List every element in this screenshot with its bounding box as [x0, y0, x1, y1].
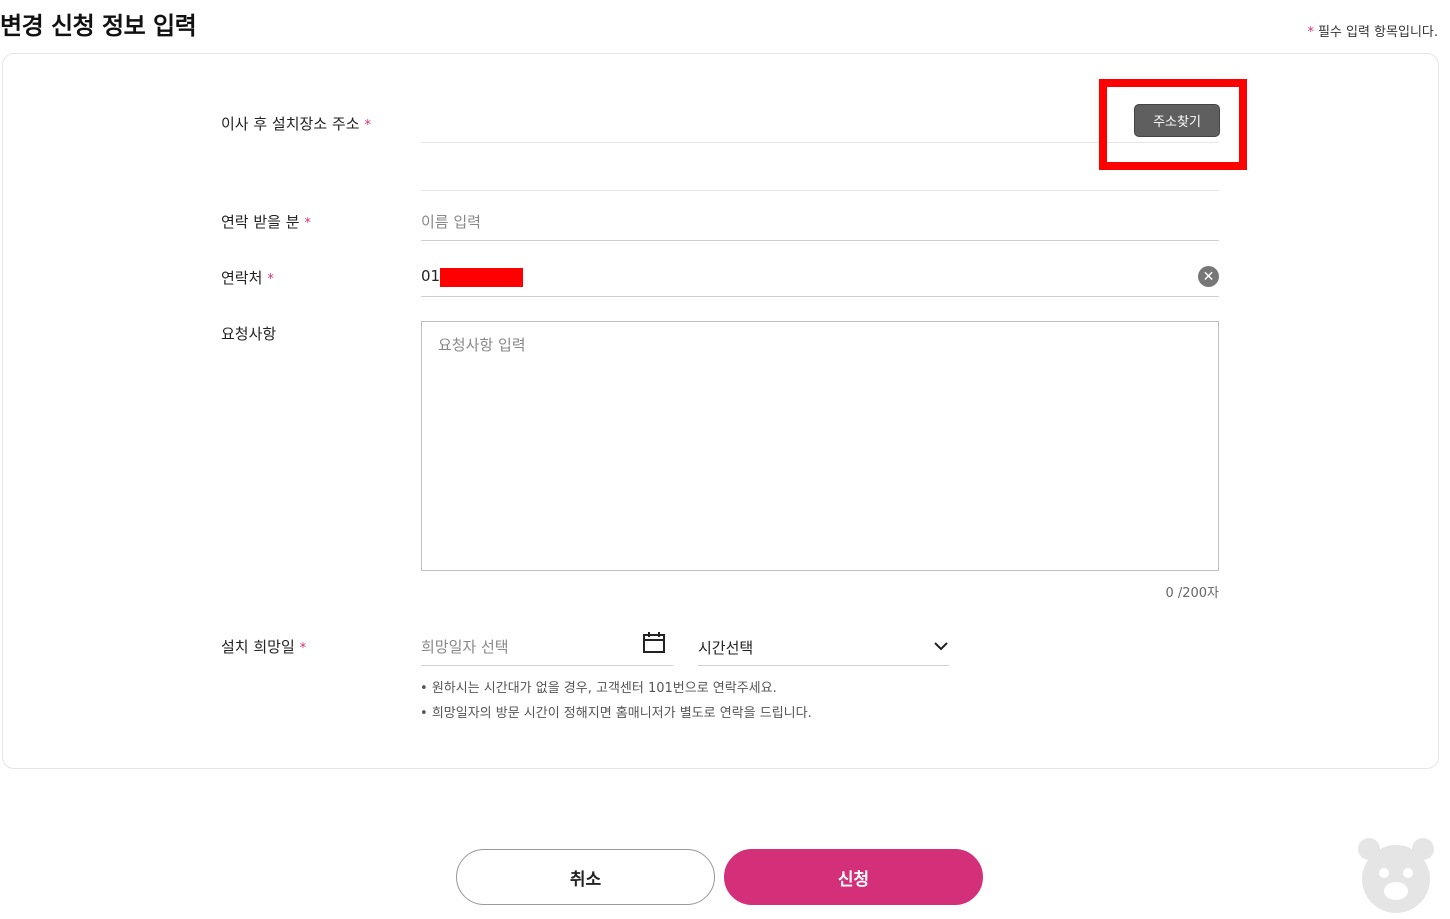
submit-button[interactable]: 신청: [724, 849, 983, 905]
required-note-text: 필수 입력 항목입니다.: [1317, 25, 1438, 40]
recipient-label: 연락 받을 분 *: [221, 211, 311, 232]
phone-input-line: [421, 296, 1219, 297]
highlight-box: [1099, 79, 1247, 170]
request-label: 요청사항: [221, 325, 277, 343]
recipient-input-line: [421, 240, 1219, 241]
time-select-line: [698, 665, 949, 666]
required-mark: *: [1307, 25, 1314, 40]
recipient-label-text: 연락 받을 분: [221, 213, 300, 231]
time-select[interactable]: 시간선택: [698, 637, 753, 658]
required-mark: *: [299, 641, 307, 656]
date-input[interactable]: 희망일자 선택: [421, 636, 509, 657]
request-counter: 0 /200자: [1165, 586, 1219, 601]
cancel-button[interactable]: 취소: [456, 849, 715, 905]
redaction-block: [440, 268, 523, 287]
calendar-icon[interactable]: [643, 632, 665, 653]
install-note: 희망일자의 방문 시간이 정해지면 홈매니저가 별도로 연락을 드립니다.: [420, 702, 812, 721]
request-textarea[interactable]: 요청사항 입력: [421, 321, 1219, 571]
required-mark: *: [364, 118, 372, 133]
required-note: * 필수 입력 항목입니다.: [1307, 21, 1438, 40]
install-note: 원하시는 시간대가 없을 경우, 고객센터 101번으로 연락주세요.: [420, 677, 777, 696]
clear-icon[interactable]: ✕: [1198, 266, 1219, 287]
phone-label: 연락처 *: [221, 267, 274, 288]
install-date-label-text: 설치 희망일: [221, 638, 295, 656]
page-title: 변경 신청 정보 입력: [0, 12, 197, 40]
address-detail-line: [421, 190, 1219, 191]
required-mark: *: [267, 272, 274, 287]
date-input-line: [421, 665, 673, 666]
chevron-down-icon[interactable]: [934, 641, 948, 651]
phone-input[interactable]: 01: [421, 267, 440, 285]
address-label: 이사 후 설치장소 주소 *: [221, 113, 371, 134]
install-date-label: 설치 희망일 *: [221, 636, 306, 657]
phone-label-text: 연락처: [221, 269, 263, 287]
bear-mascot-icon: [1358, 838, 1434, 913]
recipient-input[interactable]: 이름 입력: [421, 211, 481, 232]
required-mark: *: [304, 216, 312, 231]
address-label-text: 이사 후 설치장소 주소: [221, 115, 360, 133]
